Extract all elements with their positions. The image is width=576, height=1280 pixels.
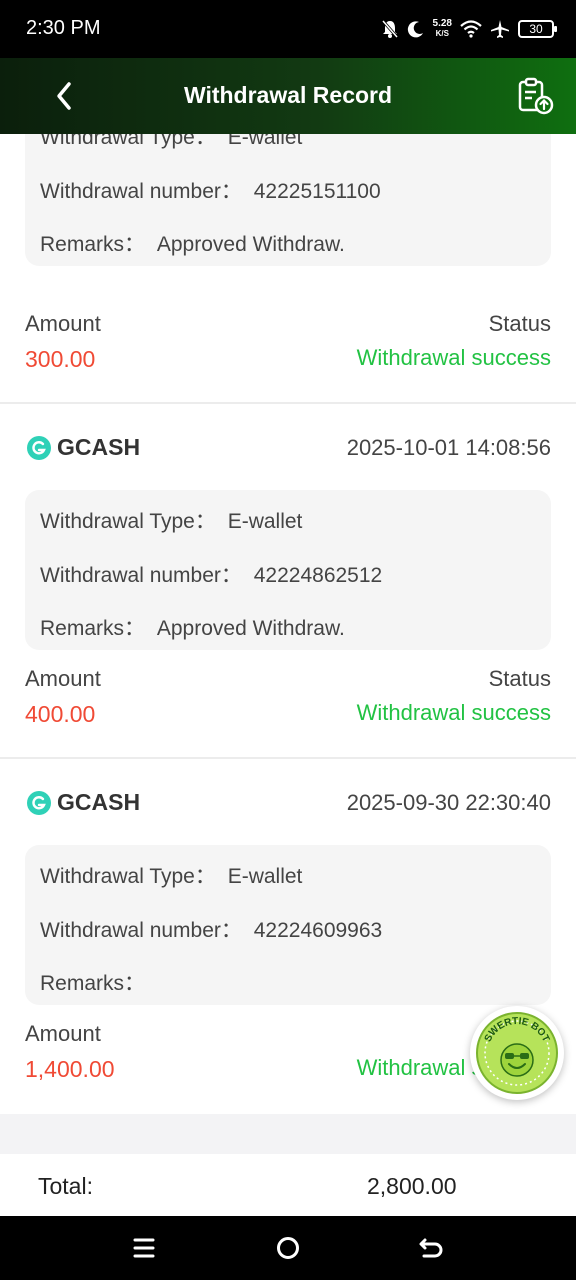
moon-icon — [407, 21, 423, 38]
back-arrow-icon[interactable] — [414, 1230, 450, 1266]
status-bar: 2:30 PM 5.28 K/S 30 — [0, 0, 576, 58]
status-icons: 5.28 K/S 30 — [381, 14, 557, 44]
status-value: Withdrawal success — [356, 700, 551, 725]
remarks-row: Remarks： Approved Withdraw. — [40, 233, 345, 256]
amount-value: 1,400.00 — [25, 1056, 115, 1082]
withdrawal-type-row: Withdrawal Type： E-wallet — [40, 865, 303, 888]
record-details: Withdrawal Type： E-wallet Withdrawal num… — [25, 134, 551, 266]
withdrawal-type-row: Withdrawal Type： E-wallet — [40, 510, 303, 533]
amount-value: 400.00 — [25, 701, 96, 727]
record-details: Withdrawal Type： E-wallet Withdrawal num… — [25, 490, 551, 650]
status-time: 2:30 PM — [26, 17, 101, 39]
withdrawal-type-row: Withdrawal Type： E-wallet — [40, 134, 303, 149]
record-details: Withdrawal Type： E-wallet Withdrawal num… — [25, 845, 551, 1005]
airplane-icon — [491, 20, 509, 38]
total-bar: Total: 2,800.00 — [0, 1154, 576, 1216]
withdrawal-number-row: Withdrawal number： 42224862512 — [40, 564, 383, 587]
net-speed: 5.28 K/S — [432, 18, 452, 39]
separator — [0, 1114, 576, 1154]
divider — [0, 757, 576, 759]
amount-label: Amount — [25, 666, 101, 691]
total-label: Total: — [38, 1173, 93, 1199]
clipboard-upload-icon[interactable] — [516, 76, 556, 116]
status-value: Withdrawal success — [356, 345, 551, 370]
provider: GCASH — [27, 789, 140, 816]
gcash-logo-icon — [27, 790, 51, 815]
amount-value: 300.00 — [25, 346, 96, 372]
bell-off-icon — [381, 20, 398, 38]
status-label: Status — [488, 666, 551, 691]
withdrawal-list[interactable]: Withdrawal Type： E-wallet Withdrawal num… — [0, 134, 576, 1154]
menu-icon[interactable] — [126, 1230, 162, 1266]
provider: GCASH — [27, 434, 140, 461]
record-datetime: 2025-10-01 14:08:56 — [346, 435, 551, 460]
wifi-icon — [460, 20, 482, 38]
swertie-bot-badge[interactable]: SWERTIE BOT — [470, 1006, 564, 1100]
app-header: Withdrawal Record — [0, 58, 576, 134]
gcash-logo-icon — [27, 435, 51, 460]
record-datetime: 2025-09-30 22:30:40 — [346, 790, 551, 815]
remarks-row: Remarks： — [40, 972, 146, 995]
amount-label: Amount — [25, 311, 101, 336]
total-value: 2,800.00 — [367, 1173, 457, 1199]
system-navigation-bar — [0, 1216, 576, 1280]
status-label: Status — [488, 311, 551, 336]
withdrawal-number-row: Withdrawal number： 42224609963 — [40, 919, 383, 942]
home-circle-icon[interactable] — [270, 1230, 306, 1266]
battery-icon: 30 — [518, 20, 557, 38]
remarks-row: Remarks： Approved Withdraw. — [40, 617, 345, 640]
provider-name: GCASH — [57, 434, 141, 460]
page-title: Withdrawal Record — [183, 82, 393, 108]
withdrawal-number-row: Withdrawal number： 42225151100 — [40, 180, 381, 203]
amount-label: Amount — [25, 1021, 101, 1046]
divider — [0, 402, 576, 404]
swertie-bot-logo-icon: SWERTIE BOT — [476, 1012, 558, 1094]
provider-name: GCASH — [57, 789, 141, 815]
